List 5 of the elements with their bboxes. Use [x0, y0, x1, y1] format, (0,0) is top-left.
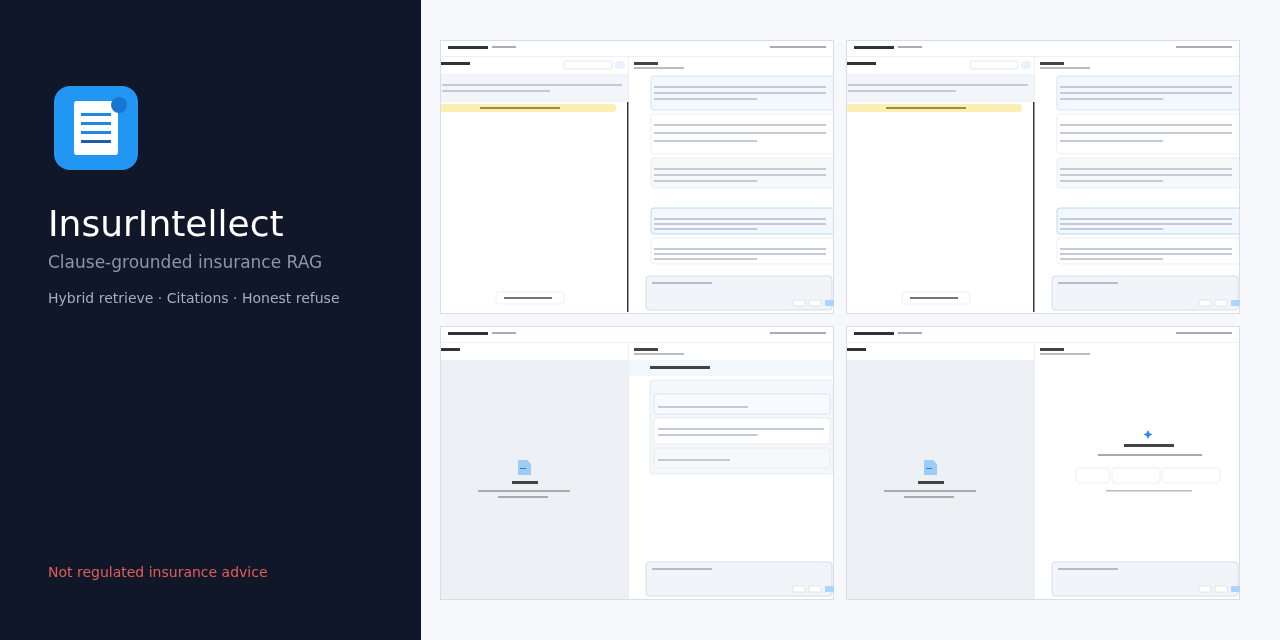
app-title: InsurIntellect	[48, 202, 285, 246]
document-logo-icon	[54, 86, 138, 170]
feature-list: Hybrid retrieve · Citations · Honest refuse	[48, 290, 373, 306]
disclaimer: Not regulated insurance advice	[48, 564, 269, 580]
tagline: Clause-grounded insurance RAG	[48, 252, 324, 272]
